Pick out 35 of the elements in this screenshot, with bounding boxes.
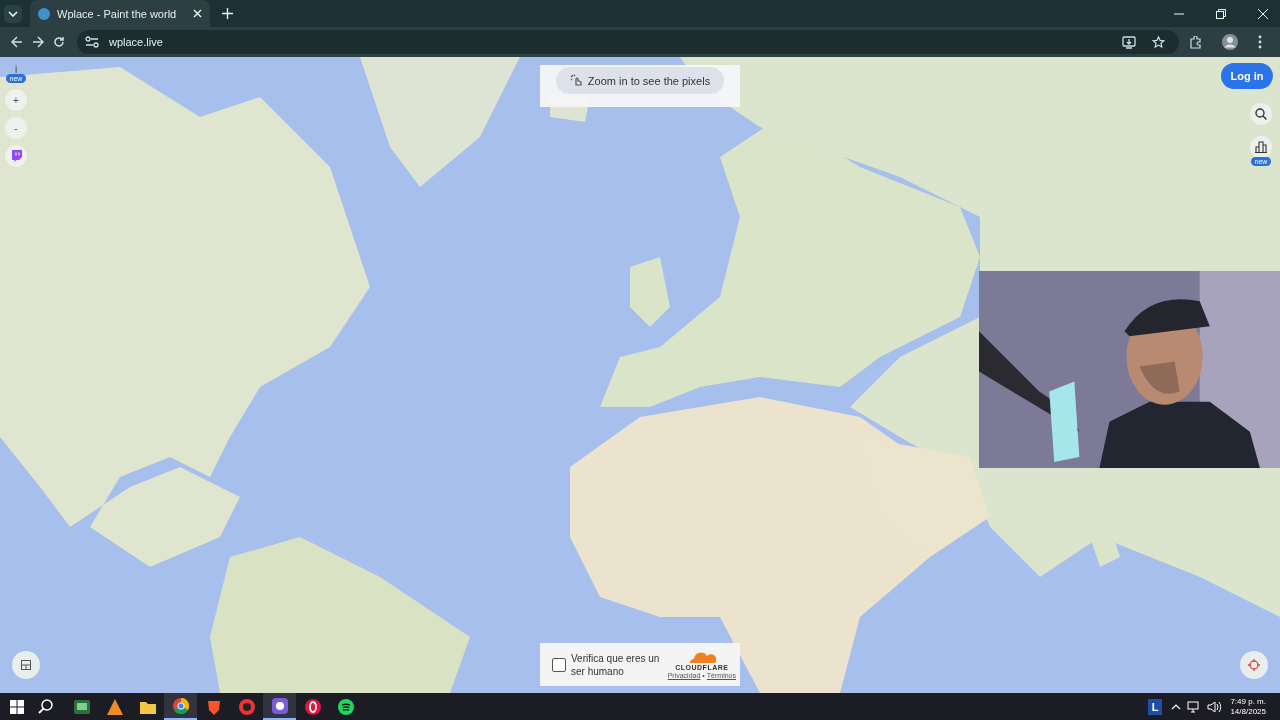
avatar-icon[interactable] [1222,34,1238,50]
app-icon[interactable] [271,697,288,714]
language-badge[interactable]: L [1147,698,1163,715]
app-icon[interactable] [304,698,321,715]
tab-title: Wplace - Paint the world [57,7,178,20]
globe-icon [38,7,50,20]
clock-time[interactable]: 7:49 p. m. [1230,696,1266,707]
restore-icon[interactable] [1216,8,1226,19]
chevron-down-icon [8,10,18,17]
forward-icon[interactable] [32,36,44,48]
puzzle-icon[interactable] [1189,35,1202,49]
close-icon[interactable] [1258,8,1268,19]
volume-icon[interactable] [1207,700,1222,713]
more-icon[interactable] [1258,35,1262,49]
network-icon[interactable] [1187,700,1202,713]
tab-search-button[interactable] [4,4,22,23]
address-bar[interactable]: wplace.live [77,30,1179,54]
browser-icon[interactable] [172,697,189,714]
app-icon[interactable] [73,698,90,715]
chevron-up-icon[interactable] [1171,703,1182,710]
windows-icon[interactable] [10,699,24,714]
close-icon[interactable] [193,9,202,18]
install-icon[interactable] [1122,35,1136,49]
back-icon[interactable] [11,36,23,48]
reload-icon[interactable] [53,36,65,48]
star-icon[interactable] [1152,35,1165,49]
shield-icon[interactable] [205,698,222,715]
site-settings-icon[interactable] [85,36,99,48]
app-icon[interactable] [106,698,123,715]
browser-tab[interactable]: Wplace - Paint the world [30,0,210,27]
app-icon[interactable] [337,698,354,715]
search-icon[interactable] [38,699,53,714]
address-text: wplace.live [109,36,163,48]
plus-icon[interactable] [222,8,233,19]
clock-date[interactable]: 14/8/2025 [1230,706,1266,717]
